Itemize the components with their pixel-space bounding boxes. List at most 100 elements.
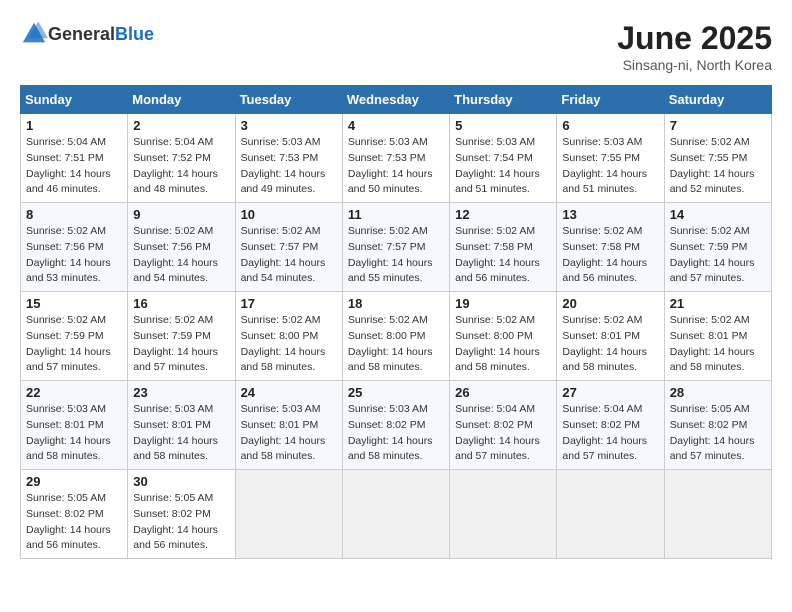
calendar-cell: 1 Sunrise: 5:04 AM Sunset: 7:51 PM Dayli…	[21, 114, 128, 203]
sunset-text: Sunset: 8:02 PM	[26, 508, 104, 520]
day-info: Sunrise: 5:05 AM Sunset: 8:02 PM Dayligh…	[26, 491, 122, 554]
sunrise-text: Sunrise: 5:04 AM	[26, 136, 106, 148]
day-info: Sunrise: 5:02 AM Sunset: 8:01 PM Dayligh…	[670, 313, 766, 376]
sunrise-text: Sunrise: 5:02 AM	[241, 225, 321, 237]
day-number: 8	[26, 207, 122, 222]
day-number: 16	[133, 296, 229, 311]
sunrise-text: Sunrise: 5:03 AM	[26, 403, 106, 415]
sunrise-text: Sunrise: 5:05 AM	[133, 492, 213, 504]
day-info: Sunrise: 5:03 AM Sunset: 7:53 PM Dayligh…	[241, 135, 337, 198]
day-info: Sunrise: 5:02 AM Sunset: 8:01 PM Dayligh…	[562, 313, 658, 376]
daylight-text: Daylight: 14 hours and 56 minutes.	[26, 524, 111, 552]
calendar-cell: 29 Sunrise: 5:05 AM Sunset: 8:02 PM Dayl…	[21, 470, 128, 559]
calendar-cell: 14 Sunrise: 5:02 AM Sunset: 7:59 PM Dayl…	[664, 203, 771, 292]
sunset-text: Sunset: 8:00 PM	[241, 330, 319, 342]
daylight-text: Daylight: 14 hours and 57 minutes.	[670, 435, 755, 463]
sunrise-text: Sunrise: 5:02 AM	[562, 314, 642, 326]
daylight-text: Daylight: 14 hours and 49 minutes.	[241, 168, 326, 196]
day-number: 30	[133, 474, 229, 489]
calendar-cell: 25 Sunrise: 5:03 AM Sunset: 8:02 PM Dayl…	[342, 381, 449, 470]
day-number: 27	[562, 385, 658, 400]
logo: GeneralBlue	[20, 20, 154, 48]
sunset-text: Sunset: 7:57 PM	[241, 241, 319, 253]
calendar-cell	[664, 470, 771, 559]
sunrise-text: Sunrise: 5:02 AM	[348, 225, 428, 237]
calendar-cell: 18 Sunrise: 5:02 AM Sunset: 8:00 PM Dayl…	[342, 292, 449, 381]
sunset-text: Sunset: 8:01 PM	[241, 419, 319, 431]
calendar-row: 8 Sunrise: 5:02 AM Sunset: 7:56 PM Dayli…	[21, 203, 772, 292]
day-info: Sunrise: 5:05 AM Sunset: 8:02 PM Dayligh…	[670, 402, 766, 465]
logo-blue: Blue	[115, 24, 154, 44]
sunrise-text: Sunrise: 5:02 AM	[241, 314, 321, 326]
sunset-text: Sunset: 7:59 PM	[26, 330, 104, 342]
sunrise-text: Sunrise: 5:03 AM	[562, 136, 642, 148]
calendar-cell: 21 Sunrise: 5:02 AM Sunset: 8:01 PM Dayl…	[664, 292, 771, 381]
sunset-text: Sunset: 7:51 PM	[26, 152, 104, 164]
calendar-cell: 8 Sunrise: 5:02 AM Sunset: 7:56 PM Dayli…	[21, 203, 128, 292]
day-number: 22	[26, 385, 122, 400]
weekday-header: Monday	[128, 86, 235, 114]
calendar-cell: 5 Sunrise: 5:03 AM Sunset: 7:54 PM Dayli…	[450, 114, 557, 203]
day-info: Sunrise: 5:02 AM Sunset: 7:59 PM Dayligh…	[670, 224, 766, 287]
generalblue-icon	[20, 20, 48, 48]
sunrise-text: Sunrise: 5:02 AM	[26, 225, 106, 237]
calendar-cell: 16 Sunrise: 5:02 AM Sunset: 7:59 PM Dayl…	[128, 292, 235, 381]
sunrise-text: Sunrise: 5:02 AM	[133, 314, 213, 326]
weekday-header: Saturday	[664, 86, 771, 114]
location-title: Sinsang-ni, North Korea	[617, 57, 772, 73]
sunset-text: Sunset: 7:56 PM	[133, 241, 211, 253]
calendar-cell: 2 Sunrise: 5:04 AM Sunset: 7:52 PM Dayli…	[128, 114, 235, 203]
calendar-cell	[557, 470, 664, 559]
day-info: Sunrise: 5:02 AM Sunset: 8:00 PM Dayligh…	[455, 313, 551, 376]
day-info: Sunrise: 5:02 AM Sunset: 7:55 PM Dayligh…	[670, 135, 766, 198]
daylight-text: Daylight: 14 hours and 53 minutes.	[26, 257, 111, 285]
day-info: Sunrise: 5:03 AM Sunset: 8:01 PM Dayligh…	[26, 402, 122, 465]
day-number: 12	[455, 207, 551, 222]
calendar-cell: 19 Sunrise: 5:02 AM Sunset: 8:00 PM Dayl…	[450, 292, 557, 381]
sunrise-text: Sunrise: 5:02 AM	[26, 314, 106, 326]
sunset-text: Sunset: 8:00 PM	[455, 330, 533, 342]
day-number: 1	[26, 118, 122, 133]
calendar-cell: 11 Sunrise: 5:02 AM Sunset: 7:57 PM Dayl…	[342, 203, 449, 292]
calendar-cell: 15 Sunrise: 5:02 AM Sunset: 7:59 PM Dayl…	[21, 292, 128, 381]
calendar-cell: 4 Sunrise: 5:03 AM Sunset: 7:53 PM Dayli…	[342, 114, 449, 203]
day-number: 6	[562, 118, 658, 133]
calendar-cell	[235, 470, 342, 559]
calendar-cell: 6 Sunrise: 5:03 AM Sunset: 7:55 PM Dayli…	[557, 114, 664, 203]
day-info: Sunrise: 5:02 AM Sunset: 7:56 PM Dayligh…	[26, 224, 122, 287]
daylight-text: Daylight: 14 hours and 57 minutes.	[670, 257, 755, 285]
sunrise-text: Sunrise: 5:03 AM	[348, 136, 428, 148]
day-info: Sunrise: 5:04 AM Sunset: 8:02 PM Dayligh…	[562, 402, 658, 465]
sunset-text: Sunset: 7:58 PM	[455, 241, 533, 253]
calendar-cell: 3 Sunrise: 5:03 AM Sunset: 7:53 PM Dayli…	[235, 114, 342, 203]
day-number: 26	[455, 385, 551, 400]
sunset-text: Sunset: 7:56 PM	[26, 241, 104, 253]
calendar-cell	[342, 470, 449, 559]
sunset-text: Sunset: 7:55 PM	[562, 152, 640, 164]
calendar-cell: 20 Sunrise: 5:02 AM Sunset: 8:01 PM Dayl…	[557, 292, 664, 381]
daylight-text: Daylight: 14 hours and 50 minutes.	[348, 168, 433, 196]
sunset-text: Sunset: 8:00 PM	[348, 330, 426, 342]
calendar-header: SundayMondayTuesdayWednesdayThursdayFrid…	[21, 86, 772, 114]
daylight-text: Daylight: 14 hours and 58 minutes.	[133, 435, 218, 463]
sunset-text: Sunset: 8:02 PM	[455, 419, 533, 431]
day-number: 7	[670, 118, 766, 133]
daylight-text: Daylight: 14 hours and 54 minutes.	[133, 257, 218, 285]
day-info: Sunrise: 5:04 AM Sunset: 7:52 PM Dayligh…	[133, 135, 229, 198]
day-number: 28	[670, 385, 766, 400]
day-info: Sunrise: 5:05 AM Sunset: 8:02 PM Dayligh…	[133, 491, 229, 554]
daylight-text: Daylight: 14 hours and 51 minutes.	[562, 168, 647, 196]
day-info: Sunrise: 5:03 AM Sunset: 7:53 PM Dayligh…	[348, 135, 444, 198]
sunrise-text: Sunrise: 5:02 AM	[455, 314, 535, 326]
day-info: Sunrise: 5:02 AM Sunset: 7:58 PM Dayligh…	[562, 224, 658, 287]
day-info: Sunrise: 5:03 AM Sunset: 8:01 PM Dayligh…	[133, 402, 229, 465]
day-number: 18	[348, 296, 444, 311]
sunrise-text: Sunrise: 5:03 AM	[241, 136, 321, 148]
daylight-text: Daylight: 14 hours and 58 minutes.	[455, 346, 540, 374]
day-info: Sunrise: 5:04 AM Sunset: 7:51 PM Dayligh…	[26, 135, 122, 198]
sunset-text: Sunset: 7:52 PM	[133, 152, 211, 164]
day-number: 19	[455, 296, 551, 311]
day-number: 14	[670, 207, 766, 222]
day-info: Sunrise: 5:03 AM Sunset: 7:54 PM Dayligh…	[455, 135, 551, 198]
daylight-text: Daylight: 14 hours and 58 minutes.	[348, 346, 433, 374]
